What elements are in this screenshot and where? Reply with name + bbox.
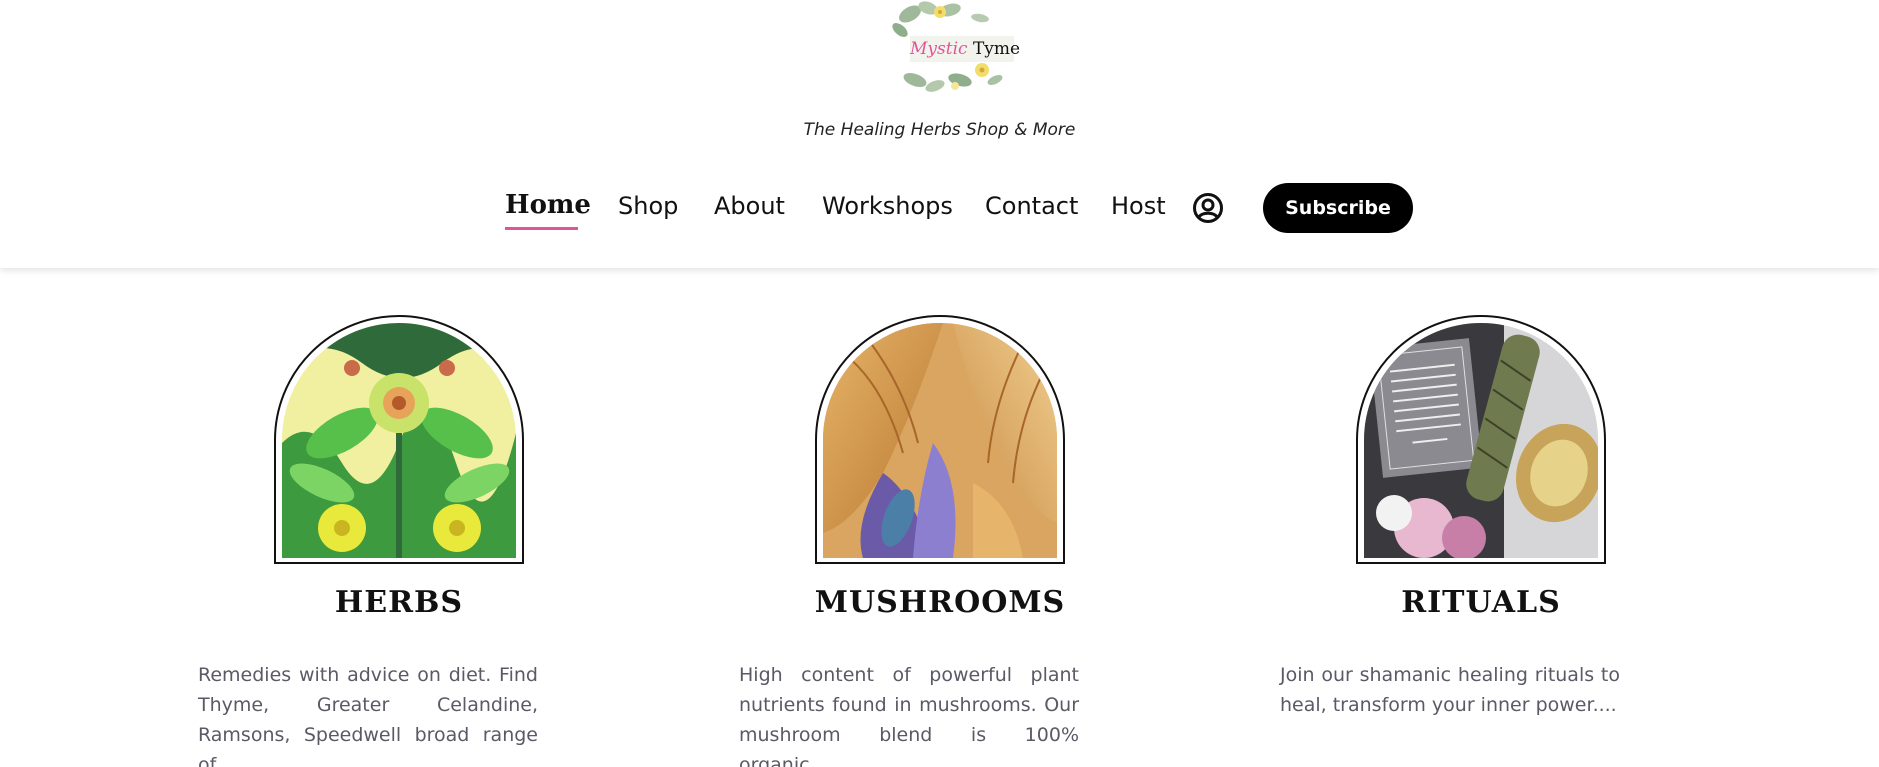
arch-frame xyxy=(274,315,524,564)
category-title[interactable]: HERBS xyxy=(246,585,552,620)
site-header: Mystic Tyme The Healing Herbs Shop & Mor… xyxy=(0,0,1879,268)
subscribe-button[interactable]: Subscribe xyxy=(1263,183,1413,233)
category-title[interactable]: RITUALS xyxy=(1328,585,1634,620)
category-title[interactable]: MUSHROOMS xyxy=(787,585,1093,620)
main-navigation: Home Shop About Workshops Contact Host S… xyxy=(0,182,1879,238)
nav-item-contact[interactable]: Contact xyxy=(985,192,1078,220)
logo-wordmark: Mystic Tyme xyxy=(910,36,1020,62)
site-tagline: The Healing Herbs Shop & More xyxy=(803,120,1076,140)
arch-frame xyxy=(1356,315,1606,564)
arch-frame xyxy=(815,315,1065,564)
logo-word-tyme: Tyme xyxy=(972,39,1021,59)
nav-item-home[interactable]: Home xyxy=(505,190,591,220)
active-nav-underline xyxy=(505,227,578,230)
mushrooms-image[interactable] xyxy=(823,323,1057,558)
category-description: Remedies with advice on diet. Find Thyme… xyxy=(198,664,538,767)
rituals-image[interactable] xyxy=(1364,323,1598,558)
nav-item-about[interactable]: About xyxy=(714,192,785,220)
nav-item-shop[interactable]: Shop xyxy=(618,192,678,220)
category-description: Join our shamanic healing rituals to hea… xyxy=(1280,664,1620,716)
nav-item-host[interactable]: Host xyxy=(1111,192,1166,220)
herbs-image[interactable] xyxy=(282,323,516,558)
category-description: High content of powerful plant nutrients… xyxy=(739,664,1079,767)
site-logo[interactable]: Mystic Tyme xyxy=(880,0,1020,96)
logo-word-mystic: Mystic xyxy=(910,39,968,59)
user-circle-icon[interactable] xyxy=(1192,192,1224,224)
nav-item-workshops[interactable]: Workshops xyxy=(822,192,953,220)
